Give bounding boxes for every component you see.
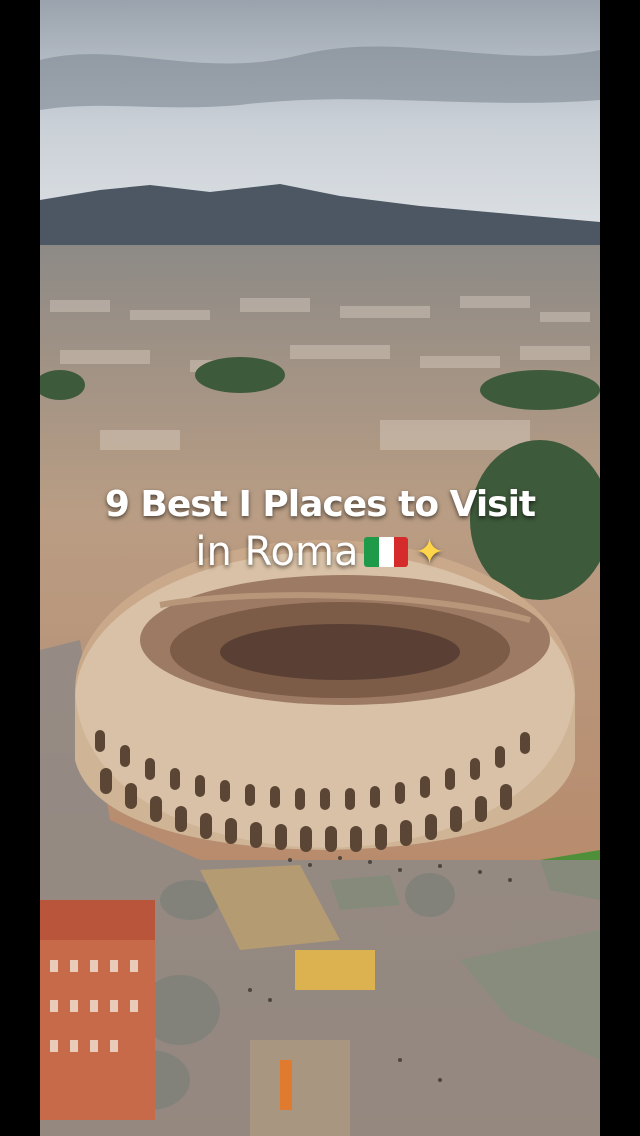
caption-title: 9 Best I Places to Visit <box>104 484 536 525</box>
italy-flag-icon <box>364 537 409 567</box>
video-caption: 9 Best I Places to Visit in Roma ✦ <box>40 484 600 575</box>
colosseum <box>75 540 575 852</box>
caption-subtitle-row: in Roma ✦ <box>40 529 600 575</box>
video-frame: 9 Best I Places to Visit in Roma ✦ <box>0 0 640 1136</box>
caption-subtitle: in Roma <box>195 529 359 575</box>
sparkles-icon: ✦ <box>414 531 445 573</box>
